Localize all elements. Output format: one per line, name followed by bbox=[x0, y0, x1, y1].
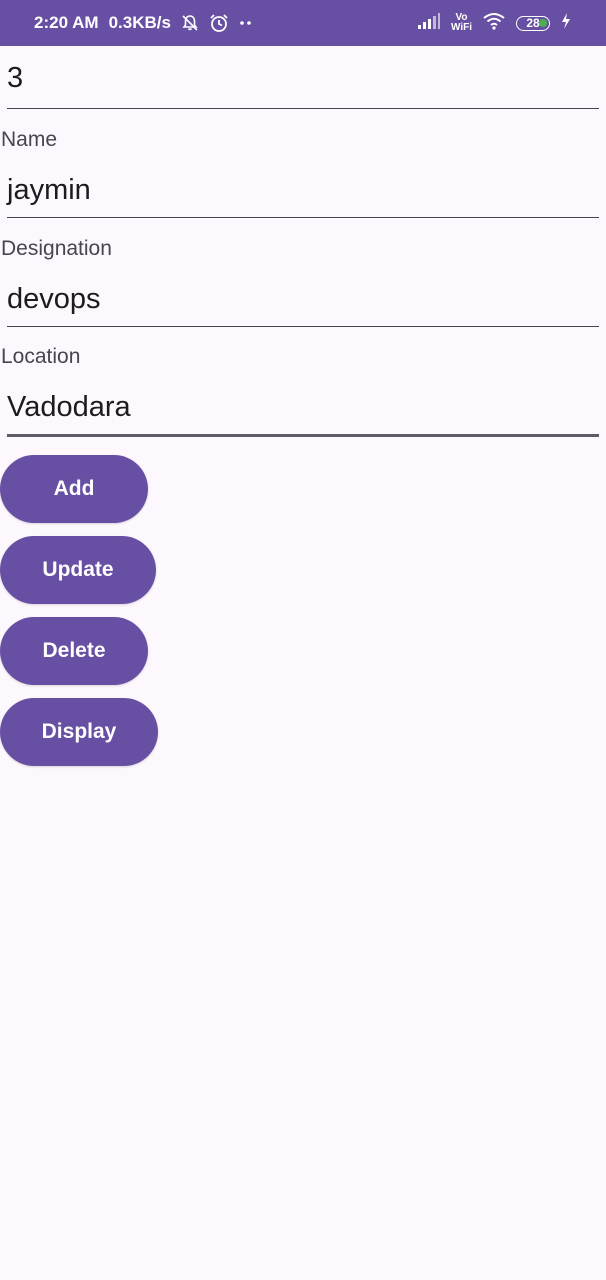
update-button[interactable]: Update bbox=[0, 536, 156, 604]
delete-button[interactable]: Delete bbox=[0, 617, 148, 685]
vowifi-indicator: Vo WiFi bbox=[451, 13, 472, 33]
name-label: Name bbox=[1, 128, 58, 151]
charging-icon bbox=[560, 12, 572, 35]
designation-field[interactable]: devops bbox=[7, 283, 599, 327]
status-time: 2:20 AM bbox=[34, 13, 99, 32]
id-field[interactable]: 3 bbox=[7, 62, 599, 109]
add-button[interactable]: Add bbox=[0, 455, 148, 523]
alarm-icon bbox=[209, 13, 229, 33]
location-field-value: Vadodara bbox=[7, 391, 131, 423]
id-field-value: 3 bbox=[7, 62, 24, 94]
status-left: 2:20 AM 0.3KB/s bbox=[34, 13, 253, 33]
status-right: Vo WiFi 28 bbox=[417, 12, 572, 35]
battery-icon: 28 bbox=[516, 15, 550, 31]
wifi-icon bbox=[482, 12, 506, 35]
more-notifications-icon bbox=[239, 20, 253, 26]
battery-level: 28 bbox=[526, 16, 540, 30]
network-speed: 0.3KB/s bbox=[108, 13, 171, 32]
status-bar: 2:20 AM 0.3KB/s Vo WiFi 28 bbox=[0, 0, 606, 46]
designation-label: Designation bbox=[1, 237, 112, 260]
signal-icon bbox=[417, 12, 441, 34]
vowifi-bottom: WiFi bbox=[450, 22, 472, 33]
battery-fill bbox=[539, 18, 547, 27]
name-field-value: jaymin bbox=[7, 174, 91, 206]
name-field[interactable]: jaymin bbox=[7, 174, 599, 218]
location-field[interactable]: Vadodara bbox=[7, 391, 599, 437]
designation-field-value: devops bbox=[7, 283, 101, 315]
notification-muted-icon bbox=[181, 14, 199, 32]
location-label: Location bbox=[1, 345, 81, 368]
display-button[interactable]: Display bbox=[0, 698, 158, 766]
